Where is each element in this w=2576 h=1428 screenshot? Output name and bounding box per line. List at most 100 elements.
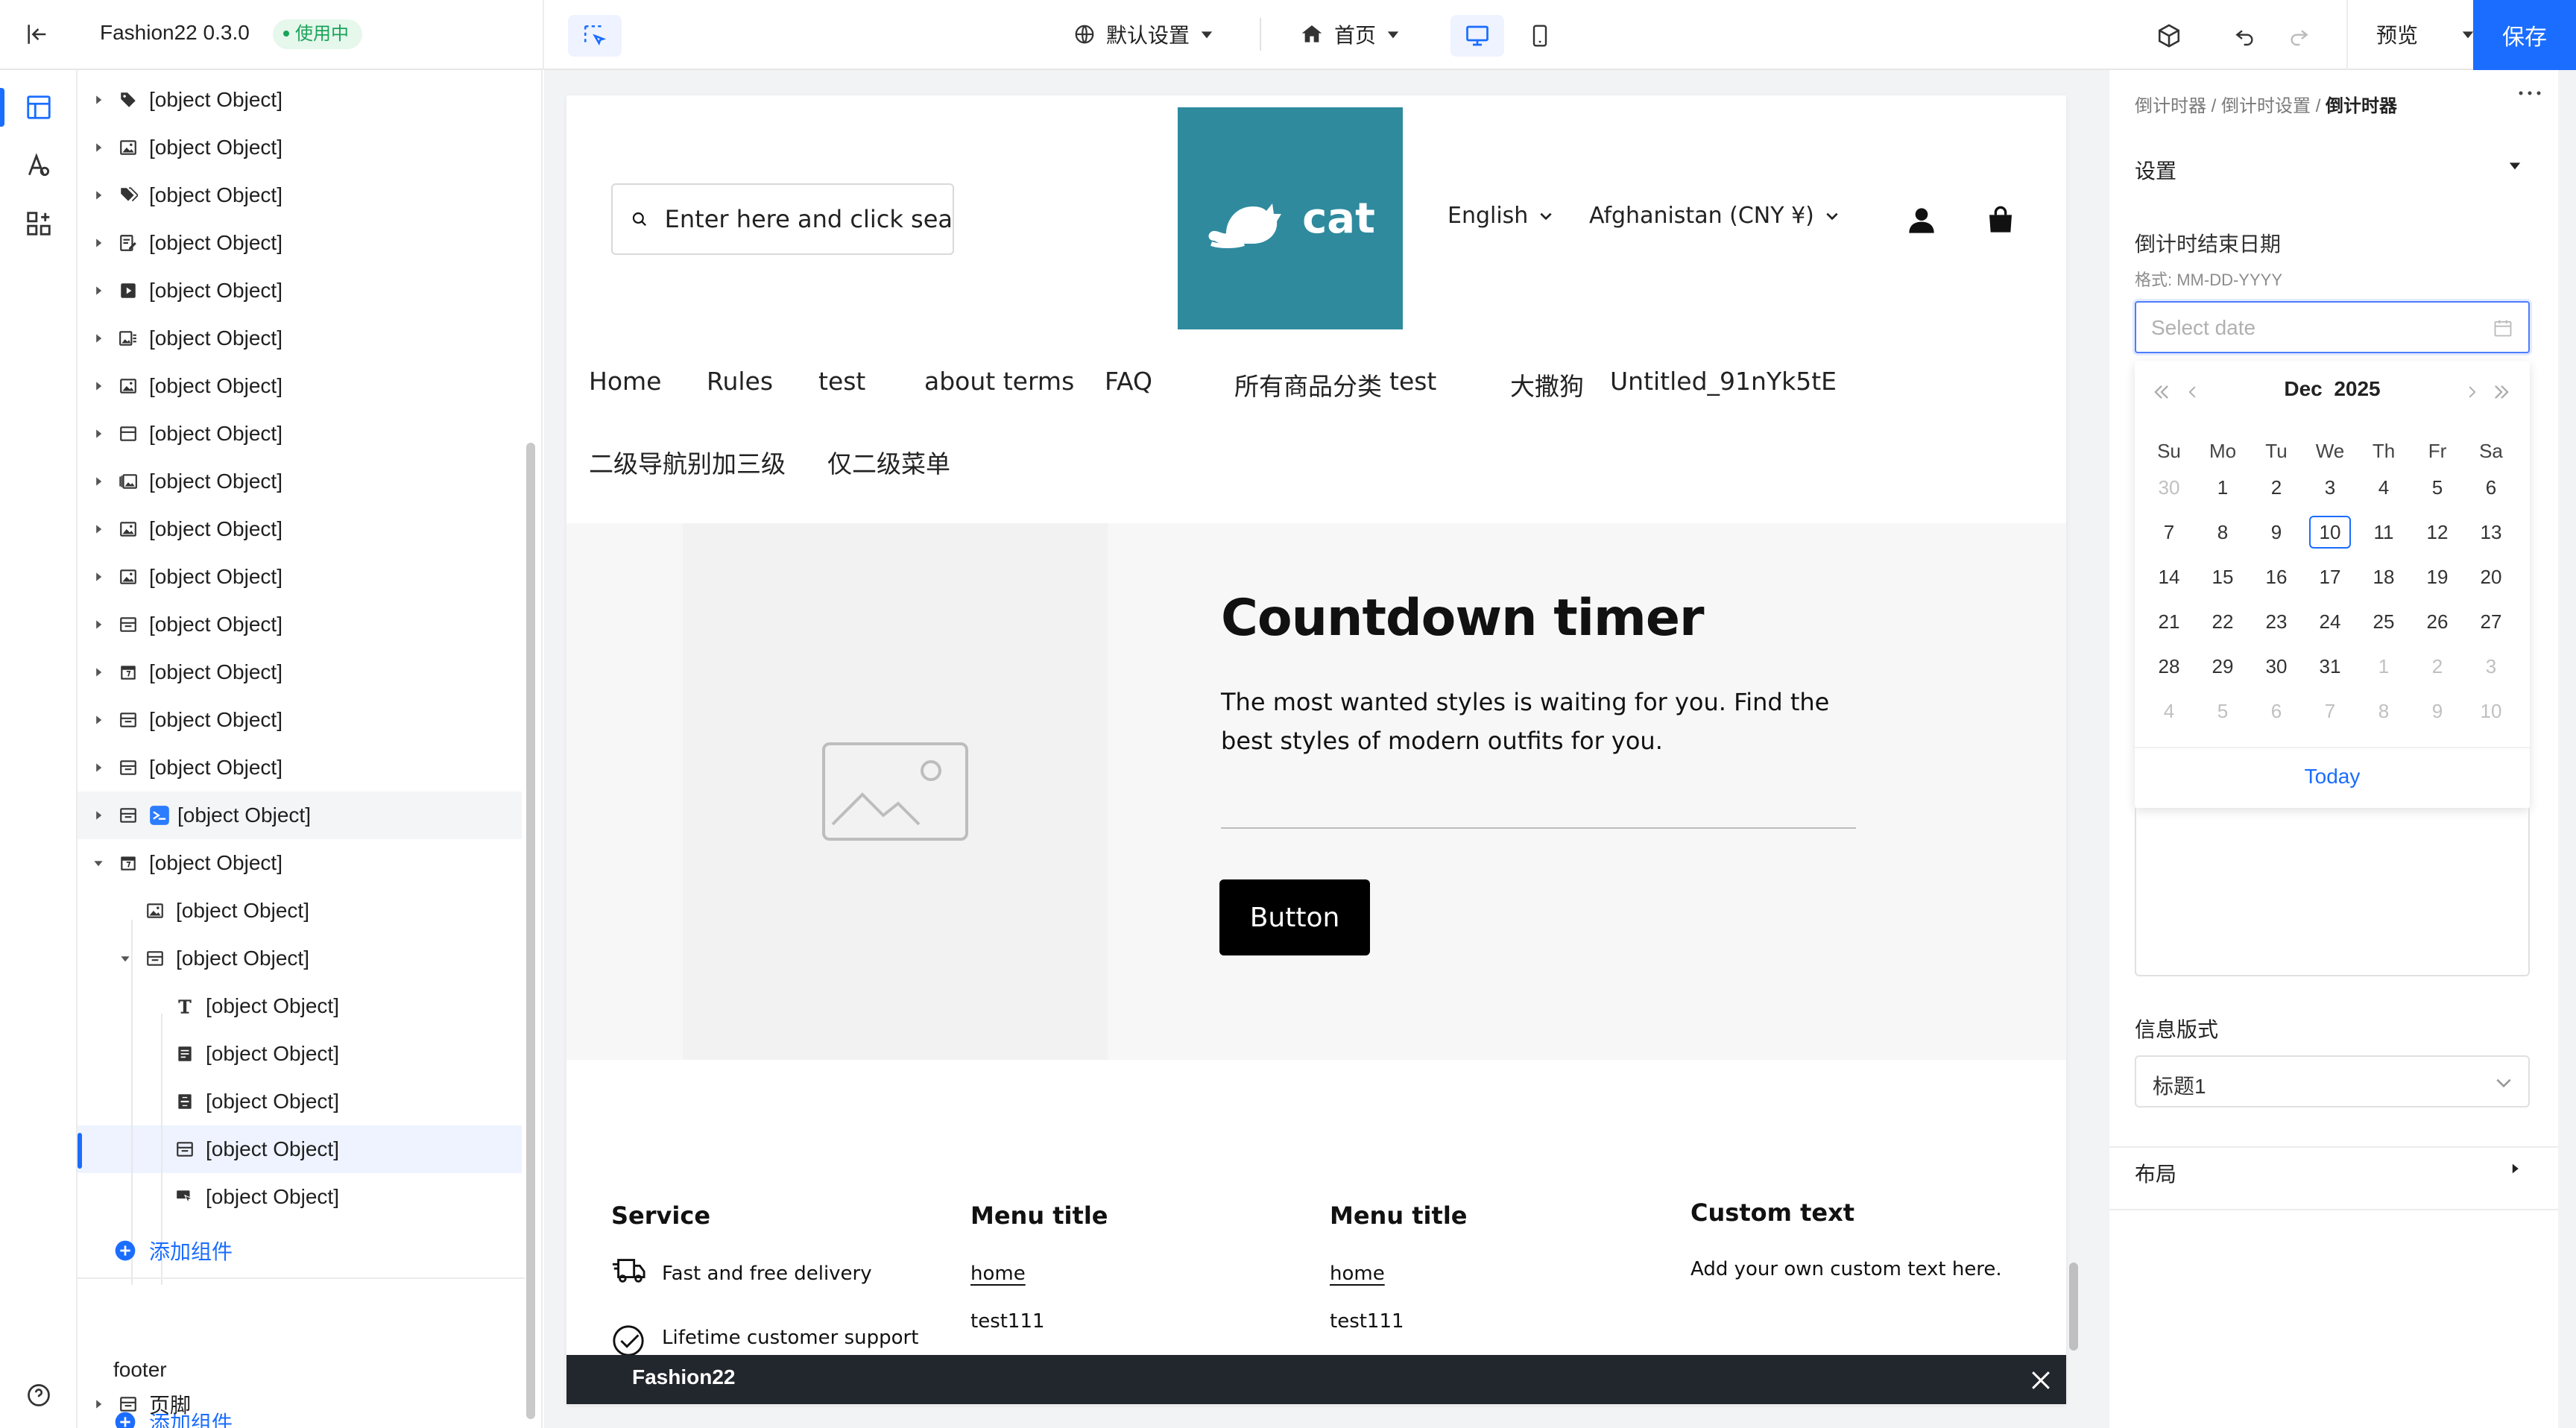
store-logo[interactable]: cat bbox=[1178, 107, 1403, 329]
today-button[interactable]: Today bbox=[2135, 765, 2530, 789]
save-button[interactable]: 保存 bbox=[2473, 0, 2576, 70]
breadcrumb-item[interactable]: 倒计时器 bbox=[2135, 96, 2206, 116]
caret-right-icon[interactable] bbox=[89, 425, 107, 443]
store-nav-item[interactable]: test bbox=[818, 367, 865, 396]
calendar-day[interactable]: 18 bbox=[2363, 560, 2405, 593]
cart-button[interactable] bbox=[1986, 204, 2015, 236]
undo-button[interactable] bbox=[2227, 18, 2263, 54]
caret-right-icon[interactable] bbox=[89, 663, 107, 681]
select-tool-button[interactable] bbox=[568, 15, 622, 57]
tree-item[interactable]: [object Object] bbox=[78, 648, 522, 696]
store-nav-item[interactable]: 大撒狗 bbox=[1510, 367, 1584, 402]
caret-right-icon[interactable] bbox=[89, 234, 107, 252]
footer-menu-link[interactable]: test111 bbox=[1330, 1310, 1404, 1333]
rail-apps-button[interactable] bbox=[19, 204, 58, 243]
caret-right-icon[interactable] bbox=[89, 377, 107, 395]
help-button[interactable] bbox=[19, 1376, 58, 1415]
calendar-day[interactable]: 6 bbox=[2470, 471, 2512, 504]
desktop-view-button[interactable] bbox=[1450, 15, 1504, 57]
caret-down-icon[interactable] bbox=[89, 854, 107, 872]
tree-item[interactable]: [object Object] bbox=[78, 410, 522, 458]
tree-item[interactable]: [object Object] bbox=[78, 696, 522, 744]
calendar-day[interactable]: 3 bbox=[2309, 471, 2351, 504]
caret-right-icon[interactable] bbox=[89, 91, 107, 109]
calendar-day[interactable]: 16 bbox=[2255, 560, 2297, 593]
calendar-day[interactable]: 15 bbox=[2202, 560, 2244, 593]
store-nav-item[interactable]: Home bbox=[589, 367, 661, 396]
canvas-scrollbar[interactable] bbox=[2069, 1263, 2078, 1350]
calendar-day[interactable]: 1 bbox=[2202, 471, 2244, 504]
tree-item[interactable]: [object Object] bbox=[78, 267, 522, 315]
next-year-button[interactable] bbox=[2490, 380, 2513, 404]
calendar-day[interactable]: 21 bbox=[2148, 605, 2190, 638]
calendar-day[interactable]: 4 bbox=[2363, 471, 2405, 504]
store-nav-item[interactable]: test bbox=[1389, 367, 1436, 396]
redo-button[interactable] bbox=[2281, 18, 2317, 54]
currency-dropdown[interactable]: Afghanistan (CNY ¥) bbox=[1589, 203, 1840, 229]
footer-menu-link[interactable]: home bbox=[970, 1263, 1026, 1285]
theme-assets-button[interactable] bbox=[2151, 18, 2187, 54]
store-nav-item[interactable]: about terms bbox=[924, 367, 1074, 396]
calendar-day[interactable]: 26 bbox=[2416, 605, 2458, 638]
hidden-textarea[interactable] bbox=[2135, 808, 2530, 976]
tree-item[interactable]: [object Object] bbox=[78, 315, 522, 362]
layout-section-title[interactable]: 布局 bbox=[2135, 1158, 2176, 1188]
calendar-day[interactable]: 3 bbox=[2470, 650, 2512, 683]
calendar-day[interactable]: 8 bbox=[2363, 695, 2405, 727]
store-nav-item[interactable]: Rules bbox=[707, 367, 773, 396]
calendar-day[interactable]: 29 bbox=[2202, 650, 2244, 683]
settings-section-title[interactable]: 设置 bbox=[2135, 155, 2176, 185]
calendar-day[interactable]: 19 bbox=[2416, 560, 2458, 593]
caret-down-icon[interactable] bbox=[2504, 155, 2525, 176]
tree-item[interactable]: [object Object] bbox=[78, 171, 522, 219]
tree-item[interactable]: [object Object] bbox=[78, 219, 522, 267]
calendar-day[interactable]: 30 bbox=[2148, 471, 2190, 504]
calendar-day[interactable]: 10 bbox=[2470, 695, 2512, 727]
caret-right-icon[interactable] bbox=[89, 520, 107, 538]
footer-menu-link[interactable]: home bbox=[1330, 1263, 1385, 1285]
calendar-day[interactable]: 8 bbox=[2202, 516, 2244, 549]
tree-grandchild-item[interactable]: [object Object] bbox=[78, 1173, 522, 1221]
tree-item[interactable]: [object Object] bbox=[78, 124, 522, 171]
calendar-day-today[interactable]: 10 bbox=[2309, 516, 2351, 549]
tree-item[interactable]: [object Object] bbox=[78, 553, 522, 601]
caret-right-icon[interactable] bbox=[89, 186, 107, 204]
caret-right-icon[interactable] bbox=[89, 616, 107, 634]
tree-item[interactable]: [object Object] bbox=[78, 792, 522, 839]
info-style-select[interactable]: 标题1 bbox=[2135, 1055, 2530, 1108]
rail-theme-style-button[interactable] bbox=[19, 146, 58, 185]
calendar-day[interactable]: 28 bbox=[2148, 650, 2190, 683]
calendar-day[interactable]: 30 bbox=[2255, 650, 2297, 683]
add-component-button[interactable]: 添加组件 bbox=[113, 1230, 233, 1271]
next-month-button[interactable] bbox=[2460, 380, 2484, 404]
calendar-year[interactable]: 2025 bbox=[2334, 377, 2380, 400]
tree-item[interactable]: [object Object] bbox=[78, 76, 522, 124]
exit-editor-button[interactable] bbox=[21, 18, 54, 51]
store-nav-item[interactable]: 二级导航别加三级 bbox=[589, 444, 786, 480]
tree-item[interactable]: [object Object] bbox=[78, 458, 522, 505]
calendar-day[interactable]: 31 bbox=[2309, 650, 2351, 683]
calendar-day[interactable]: 9 bbox=[2416, 695, 2458, 727]
countdown-cta-button[interactable]: Button bbox=[1219, 879, 1370, 955]
calendar-day[interactable]: 22 bbox=[2202, 605, 2244, 638]
footer-menu-link[interactable]: test111 bbox=[970, 1310, 1045, 1333]
calendar-day[interactable]: 12 bbox=[2416, 516, 2458, 549]
store-search-box[interactable]: Enter here and click sea bbox=[611, 183, 954, 255]
settings-dropdown[interactable]: 默认设置 bbox=[1073, 18, 1213, 51]
page-dropdown[interactable]: 首页 bbox=[1300, 18, 1400, 51]
calendar-day[interactable]: 25 bbox=[2363, 605, 2405, 638]
tree-item[interactable]: [object Object] bbox=[78, 505, 522, 553]
caret-right-icon[interactable] bbox=[89, 759, 107, 777]
more-options-button[interactable] bbox=[2518, 89, 2542, 97]
calendar-day[interactable]: 1 bbox=[2363, 650, 2405, 683]
caret-right-icon[interactable] bbox=[89, 139, 107, 157]
mobile-view-button[interactable] bbox=[1513, 15, 1567, 57]
tree-item[interactable]: [object Object] bbox=[78, 744, 522, 792]
store-nav-item[interactable]: Untitled_91nYk5tE bbox=[1610, 367, 1837, 396]
caret-right-icon[interactable] bbox=[89, 806, 107, 824]
calendar-day[interactable]: 4 bbox=[2148, 695, 2190, 727]
end-date-input[interactable] bbox=[2151, 313, 2479, 343]
calendar-day[interactable]: 5 bbox=[2202, 695, 2244, 727]
calendar-day[interactable]: 7 bbox=[2148, 516, 2190, 549]
calendar-day[interactable]: 9 bbox=[2255, 516, 2297, 549]
